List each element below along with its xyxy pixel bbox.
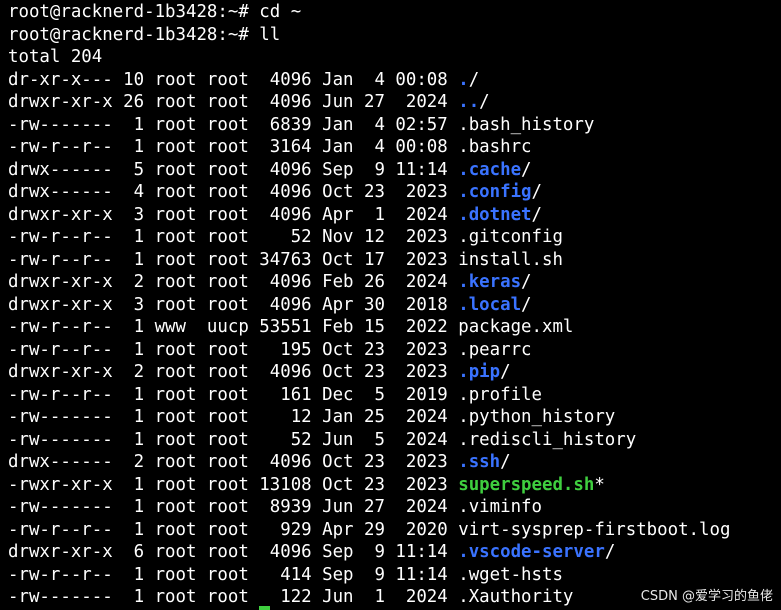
listing-row: -rw------- 1 root root 6839 Jan 4 02:57 …: [8, 114, 594, 137]
file-name: package.xml: [458, 317, 574, 337]
listing-row: -rw-r--r-- 1 root root 3164 Jan 4 00:08 …: [8, 136, 532, 159]
file-meta: -rw-r--r-- 1 root root 161 Dec 5 2019: [8, 384, 459, 405]
listing-row: -rw-r--r-- 1 root root 52 Nov 12 2023 .g…: [8, 226, 563, 249]
listing-row: drwx------ 2 root root 4096 Oct 23 2023 …: [8, 451, 511, 474]
directory-name: .dotnet: [458, 204, 532, 225]
file-name: .wget-hsts: [458, 564, 563, 585]
type-suffix: /: [500, 362, 511, 382]
file-meta: -rw-r--r-- 1 root root 414 Sep 9 11:14: [8, 564, 459, 585]
file-name: .viminfo: [458, 497, 542, 517]
type-suffix: *: [594, 474, 605, 495]
file-meta: -rw-r--r-- 1 root root 3164 Jan 4 00:08: [8, 137, 459, 157]
listing-row: -rw------- 1 root root 52 Jun 5 2024 .re…: [8, 429, 636, 452]
type-suffix: /: [479, 92, 490, 112]
listing-row: -rw------- 1 root root 122 Jun 1 2024 .X…: [8, 586, 573, 609]
directory-name: ..: [458, 92, 480, 112]
file-meta: drwxr-xr-x 2 root root 4096 Oct 23 2023: [8, 362, 459, 382]
file-meta: -rw-r--r-- 1 root root 52 Nov 12 2023: [8, 227, 459, 247]
file-meta: -rwxr-xr-x 1 root root 13108 Oct 23 2023: [8, 474, 459, 495]
listing-row: drwx------ 5 root root 4096 Sep 9 11:14 …: [8, 159, 532, 182]
file-name: .Xauthority: [458, 587, 574, 607]
prompt-line-ll: root@racknerd-1b3428:~# ll: [8, 24, 281, 45]
file-meta: -rw-r--r-- 1 root root 929 Apr 29 2020: [8, 519, 459, 540]
listing-row: drwxr-xr-x 26 root root 4096 Jun 27 2024…: [8, 91, 490, 114]
file-meta: drwxr-xr-x 3 root root 4096 Apr 1 2024: [8, 204, 459, 225]
listing-row: drwxr-xr-x 2 root root 4096 Oct 23 2023 …: [8, 361, 511, 384]
file-name: install.sh: [458, 249, 563, 270]
type-suffix: /: [521, 159, 532, 180]
file-meta: drwxr-xr-x 3 root root 4096 Apr 30 2018: [8, 294, 459, 315]
executable-name: superspeed.sh: [458, 474, 595, 495]
type-suffix: /: [521, 294, 532, 315]
prompt-line-cd: root@racknerd-1b3428:~# cd ~: [8, 2, 302, 22]
listing-row: -rwxr-xr-x 1 root root 13108 Oct 23 2023…: [8, 474, 605, 497]
file-name: virt-sysprep-firstboot.log: [458, 519, 731, 540]
watermark-text: CSDN @爱学习的鱼佬: [640, 589, 773, 604]
directory-name: .local: [458, 294, 522, 315]
file-meta: -rw------- 1 root root 8939 Jun 27 2024: [8, 497, 459, 517]
file-meta: -rw------- 1 root root 122 Jun 1 2024: [8, 587, 459, 607]
terminal-cursor: [259, 606, 270, 610]
file-meta: -rw-r--r-- 1 root root 34763 Oct 17 2023: [8, 249, 459, 270]
listing-row: -rw-r--r-- 1 root root 161 Dec 5 2019 .p…: [8, 384, 542, 407]
listing-row: -rw------- 1 root root 8939 Jun 27 2024 …: [8, 496, 542, 519]
file-meta: -rw-r--r-- 1 www uucp 53551 Feb 15 2022: [8, 317, 459, 337]
directory-name: .: [458, 69, 469, 90]
file-name: .bash_history: [458, 114, 595, 135]
file-name: .gitconfig: [458, 227, 563, 247]
type-suffix: /: [531, 182, 542, 202]
listing-row: drwxr-xr-x 2 root root 4096 Feb 26 2024 …: [8, 271, 532, 294]
file-meta: drwx------ 5 root root 4096 Sep 9 11:14: [8, 159, 459, 180]
type-suffix: /: [521, 272, 532, 292]
listing-row: drwxr-xr-x 3 root root 4096 Apr 1 2024 .…: [8, 204, 542, 227]
type-suffix: /: [500, 452, 511, 472]
file-name: .pearrc: [458, 339, 532, 360]
directory-name: .ssh: [458, 452, 501, 472]
file-meta: -rw------- 1 root root 12 Jan 25 2024: [8, 407, 459, 427]
directory-name: .cache: [458, 159, 522, 180]
listing-row: -rw------- 1 root root 12 Jan 25 2024 .p…: [8, 406, 615, 429]
file-meta: -rw-r--r-- 1 root root 195 Oct 23 2023: [8, 339, 459, 360]
directory-name: .config: [458, 182, 532, 202]
directory-name: .vscode-server: [458, 542, 605, 562]
terminal-window[interactable]: root@racknerd-1b3428:~# cd ~ root@rackne…: [0, 0, 781, 610]
listing-row: drwxr-xr-x 6 root root 4096 Sep 9 11:14 …: [8, 541, 615, 564]
directory-name: .keras: [458, 272, 522, 292]
file-meta: drwx------ 4 root root 4096 Oct 23 2023: [8, 182, 459, 202]
directory-name: .pip: [458, 362, 501, 382]
file-name: .profile: [458, 384, 542, 405]
file-meta: -rw------- 1 root root 52 Jun 5 2024: [8, 429, 459, 450]
listing-row: drwxr-xr-x 3 root root 4096 Apr 30 2018 …: [8, 294, 532, 317]
type-suffix: /: [604, 542, 616, 562]
listing-row: -rw-r--r-- 1 www uucp 53551 Feb 15 2022 …: [8, 316, 573, 339]
file-meta: drwxr-xr-x 6 root root 4096 Sep 9 11:14: [8, 542, 459, 562]
file-meta: drwx------ 2 root root 4096 Oct 23 2023: [8, 452, 459, 472]
listing-row: -rw-r--r-- 1 root root 929 Apr 29 2020 v…: [8, 519, 730, 542]
listing-row: drwx------ 4 root root 4096 Oct 23 2023 …: [8, 181, 542, 204]
type-suffix: /: [468, 69, 480, 90]
total-line: total 204: [8, 47, 103, 67]
file-meta: drwxr-xr-x 2 root root 4096 Feb 26 2024: [8, 272, 459, 292]
file-meta: drwxr-xr-x 26 root root 4096 Jun 27 2024: [8, 92, 459, 112]
file-meta: -rw------- 1 root root 6839 Jan 4 02:57: [8, 114, 459, 135]
listing-row: -rw-r--r-- 1 root root 34763 Oct 17 2023…: [8, 249, 563, 272]
listing-row: dr-xr-x--- 10 root root 4096 Jan 4 00:08…: [8, 69, 479, 92]
type-suffix: /: [531, 204, 542, 225]
file-name: .rediscli_history: [458, 429, 637, 450]
file-name: .bashrc: [458, 137, 532, 157]
listing-row: -rw-r--r-- 1 root root 414 Sep 9 11:14 .…: [8, 564, 563, 587]
file-meta: dr-xr-x--- 10 root root 4096 Jan 4 00:08: [8, 69, 459, 90]
file-name: .python_history: [458, 407, 616, 427]
listing-row: -rw-r--r-- 1 root root 195 Oct 23 2023 .…: [8, 339, 532, 362]
